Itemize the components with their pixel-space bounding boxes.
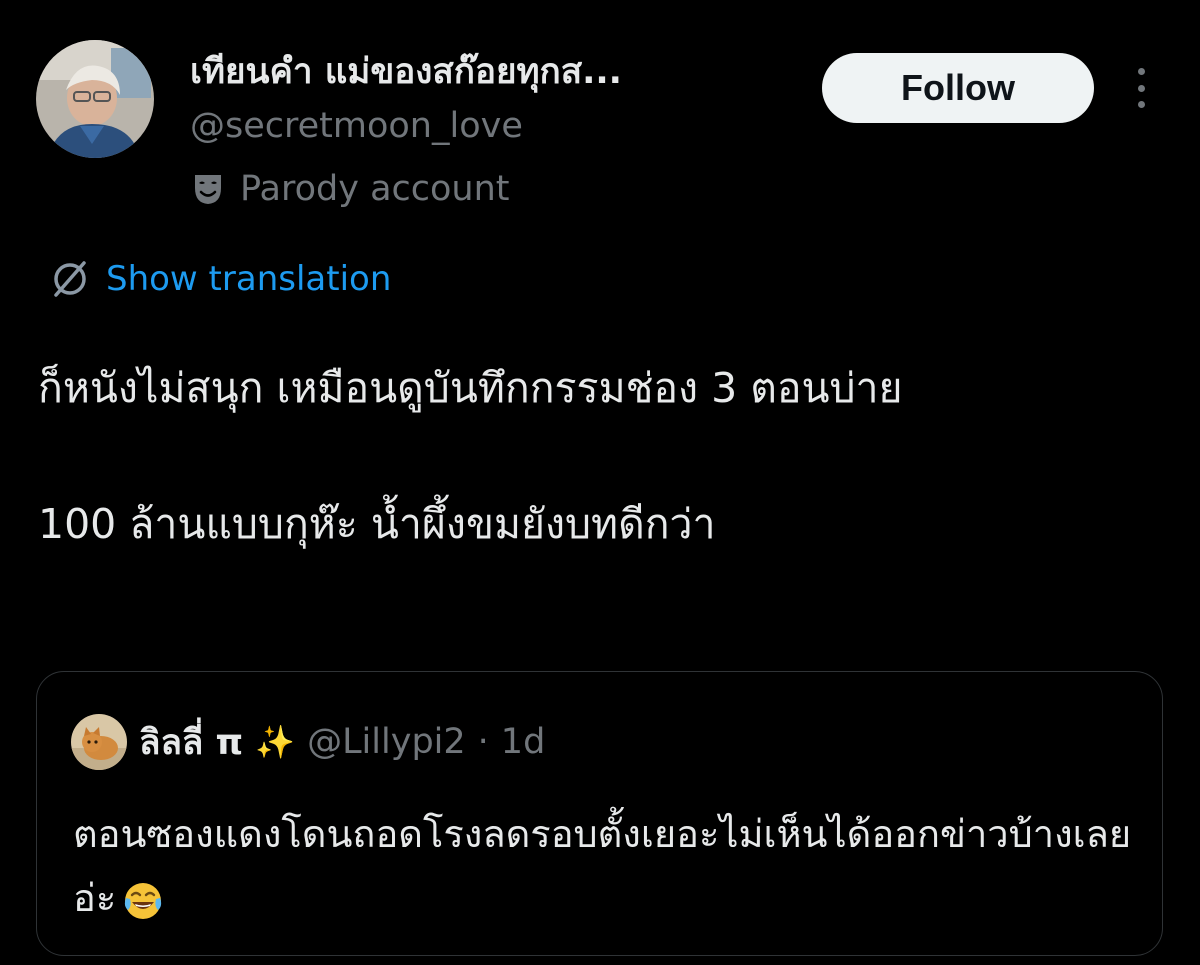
separator-dot: · (477, 722, 489, 762)
more-dot (1137, 101, 1145, 108)
follow-button[interactable]: Follow (822, 53, 1094, 123)
avatar-photo (36, 40, 154, 158)
cat-avatar-photo (71, 714, 127, 770)
parody-badge: Parody account (190, 164, 510, 214)
show-translation-link[interactable]: Show translation (106, 255, 391, 303)
author-avatar[interactable] (36, 40, 154, 158)
tweet-line-2: 100 ล้านแบบกุห๊ะ น้ำผึ้งขมยังบทดีกว่า (38, 500, 716, 548)
quoted-display-name[interactable]: ลิลลี่ π (139, 715, 243, 770)
tweet-text: ก็หนังไม่สนุก เหมือนดูบันทึกกรรมช่อง 3 ต… (38, 350, 1158, 562)
more-vertical-icon[interactable] (1128, 68, 1154, 108)
globe-icon (48, 257, 92, 301)
quoted-avatar[interactable] (71, 714, 127, 770)
author-handle[interactable]: @secretmoon_love (190, 102, 523, 150)
quoted-tweet-card[interactable]: ลิลลี่ π ✨ @Lillypi2 · 1d ตอนซองแดงโดนถอ… (36, 671, 1163, 956)
sparkle-icon: ✨ (255, 723, 296, 761)
more-dot (1137, 68, 1145, 75)
quoted-tweet-header: ลิลลี่ π ✨ @Lillypi2 · 1d (71, 714, 545, 770)
more-dot (1137, 84, 1145, 92)
laughing-tears-emoji-icon (122, 880, 164, 922)
tweet-line-1: ก็หนังไม่สนุก เหมือนดูบันทึกกรรมช่อง 3 ต… (38, 364, 903, 412)
quoted-tweet-text: ตอนซองแดงโดนถอดโรงลดรอบตั้งเยอะไม่เห็นได… (73, 802, 1133, 930)
show-translation-row[interactable]: Show translation (48, 254, 391, 304)
quoted-text-body: ตอนซองแดงโดนถอดโรงลดรอบตั้งเยอะไม่เห็นได… (73, 812, 1132, 920)
author-display-name[interactable]: เทียนคำ แม่ของสก๊อยทุกส... (190, 48, 622, 96)
theater-mask-icon (190, 171, 226, 207)
quoted-handle[interactable]: @Lillypi2 (307, 722, 466, 762)
quoted-timestamp[interactable]: 1d (501, 722, 546, 762)
parody-label: Parody account (240, 169, 510, 209)
